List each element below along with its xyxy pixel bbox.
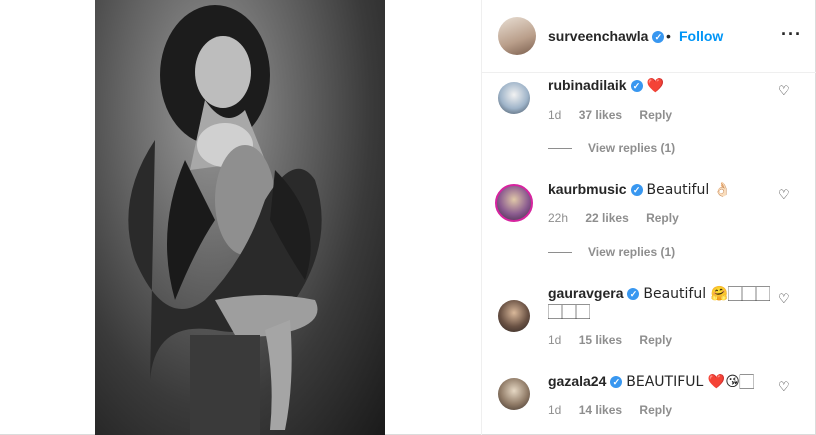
comments-panel: surveenchawla ✓ • Follow ··· rubinadilaik… <box>481 0 816 435</box>
comment-meta: 1d 15 likes Reply <box>548 333 686 347</box>
comment-body: Beautiful 👌🏻 <box>646 182 732 198</box>
comment-likes[interactable]: 15 likes <box>579 333 622 347</box>
comment-meta: 22h 22 likes Reply <box>548 211 693 225</box>
comment-item: gauravgera ✓ Beautiful 🤗🏻🏻🏻 🏻🏻🏻 1d 15 lik… <box>482 280 816 368</box>
comment-meta: 1d 14 likes Reply <box>548 403 686 417</box>
comment-text: gazala24 ✓ BEAUTIFUL ❤️😘🏻 <box>548 373 754 390</box>
post-photo[interactable] <box>95 0 385 435</box>
comment-item: gazala24 ✓ BEAUTIFUL ❤️😘🏻 1d 14 likes Rep… <box>482 368 816 435</box>
commenter-avatar[interactable] <box>498 378 530 410</box>
comment-body: Beautiful 🤗🏻🏻🏻 <box>643 286 770 302</box>
comment-time[interactable]: 22h <box>548 211 568 225</box>
comment-item: rubinadilaik ✓ ❤️ 1d 37 likes Reply ♡ Vie… <box>482 72 816 176</box>
post-header: surveenchawla ✓ • Follow ··· <box>482 0 816 73</box>
replies-dash <box>548 148 572 150</box>
commenter-avatar[interactable] <box>498 300 530 332</box>
comment-meta: 1d 37 likes Reply <box>548 108 686 122</box>
heart-outline-icon[interactable]: ♡ <box>778 188 790 201</box>
verified-badge-icon: ✓ <box>630 80 643 93</box>
comment-time[interactable]: 1d <box>548 333 561 347</box>
commenter-username[interactable]: gauravgera <box>548 285 623 301</box>
reply-button[interactable]: Reply <box>639 333 672 347</box>
reply-button[interactable]: Reply <box>639 403 672 417</box>
comment-item: kaurbmusic ✓ Beautiful 👌🏻 22h 22 likes Re… <box>482 176 816 280</box>
header-separator: • <box>666 28 671 44</box>
comment-likes[interactable]: 22 likes <box>585 211 628 225</box>
commenter-username[interactable]: kaurbmusic <box>548 181 627 197</box>
comment-time[interactable]: 1d <box>548 108 561 122</box>
replies-dash <box>548 252 572 254</box>
photo-illustration <box>128 5 322 435</box>
comment-text: rubinadilaik ✓ ❤️ <box>548 77 664 94</box>
comment-text: gauravgera ✓ Beautiful 🤗🏻🏻🏻 <box>548 285 770 302</box>
comment-likes[interactable]: 37 likes <box>579 108 622 122</box>
commenter-avatar[interactable] <box>495 184 533 222</box>
verified-badge-icon: ✓ <box>652 31 665 44</box>
comment-text: kaurbmusic ✓ Beautiful 👌🏻 <box>548 181 731 198</box>
more-options-icon[interactable]: ··· <box>781 24 802 45</box>
follow-button[interactable]: Follow <box>679 28 723 44</box>
view-replies-label[interactable]: View replies (1) <box>588 141 675 155</box>
view-replies-button[interactable]: View replies (1) <box>548 245 675 259</box>
view-replies-label[interactable]: View replies (1) <box>588 245 675 259</box>
comment-body-continued: 🏻🏻🏻 <box>548 304 590 320</box>
commenter-avatar[interactable] <box>498 82 530 114</box>
view-replies-button[interactable]: View replies (1) <box>548 141 675 155</box>
author-username[interactable]: surveenchawla ✓ <box>548 28 665 44</box>
verified-badge-icon: ✓ <box>630 184 643 197</box>
comment-likes[interactable]: 14 likes <box>579 403 622 417</box>
verified-badge-icon: ✓ <box>610 376 623 389</box>
reply-button[interactable]: Reply <box>639 108 672 122</box>
commenter-username[interactable]: gazala24 <box>548 373 606 389</box>
reply-button[interactable]: Reply <box>646 211 679 225</box>
verified-badge-icon: ✓ <box>627 288 640 301</box>
heart-outline-icon[interactable]: ♡ <box>778 380 790 393</box>
heart-outline-icon[interactable]: ♡ <box>778 84 790 97</box>
comment-body: BEAUTIFUL ❤️😘🏻 <box>626 374 754 390</box>
author-avatar[interactable] <box>498 17 536 55</box>
commenter-username[interactable]: rubinadilaik <box>548 77 627 93</box>
comment-time[interactable]: 1d <box>548 403 561 417</box>
comment-body: ❤️ <box>646 78 664 94</box>
heart-outline-icon[interactable]: ♡ <box>778 292 790 305</box>
author-username-text[interactable]: surveenchawla <box>548 28 648 44</box>
